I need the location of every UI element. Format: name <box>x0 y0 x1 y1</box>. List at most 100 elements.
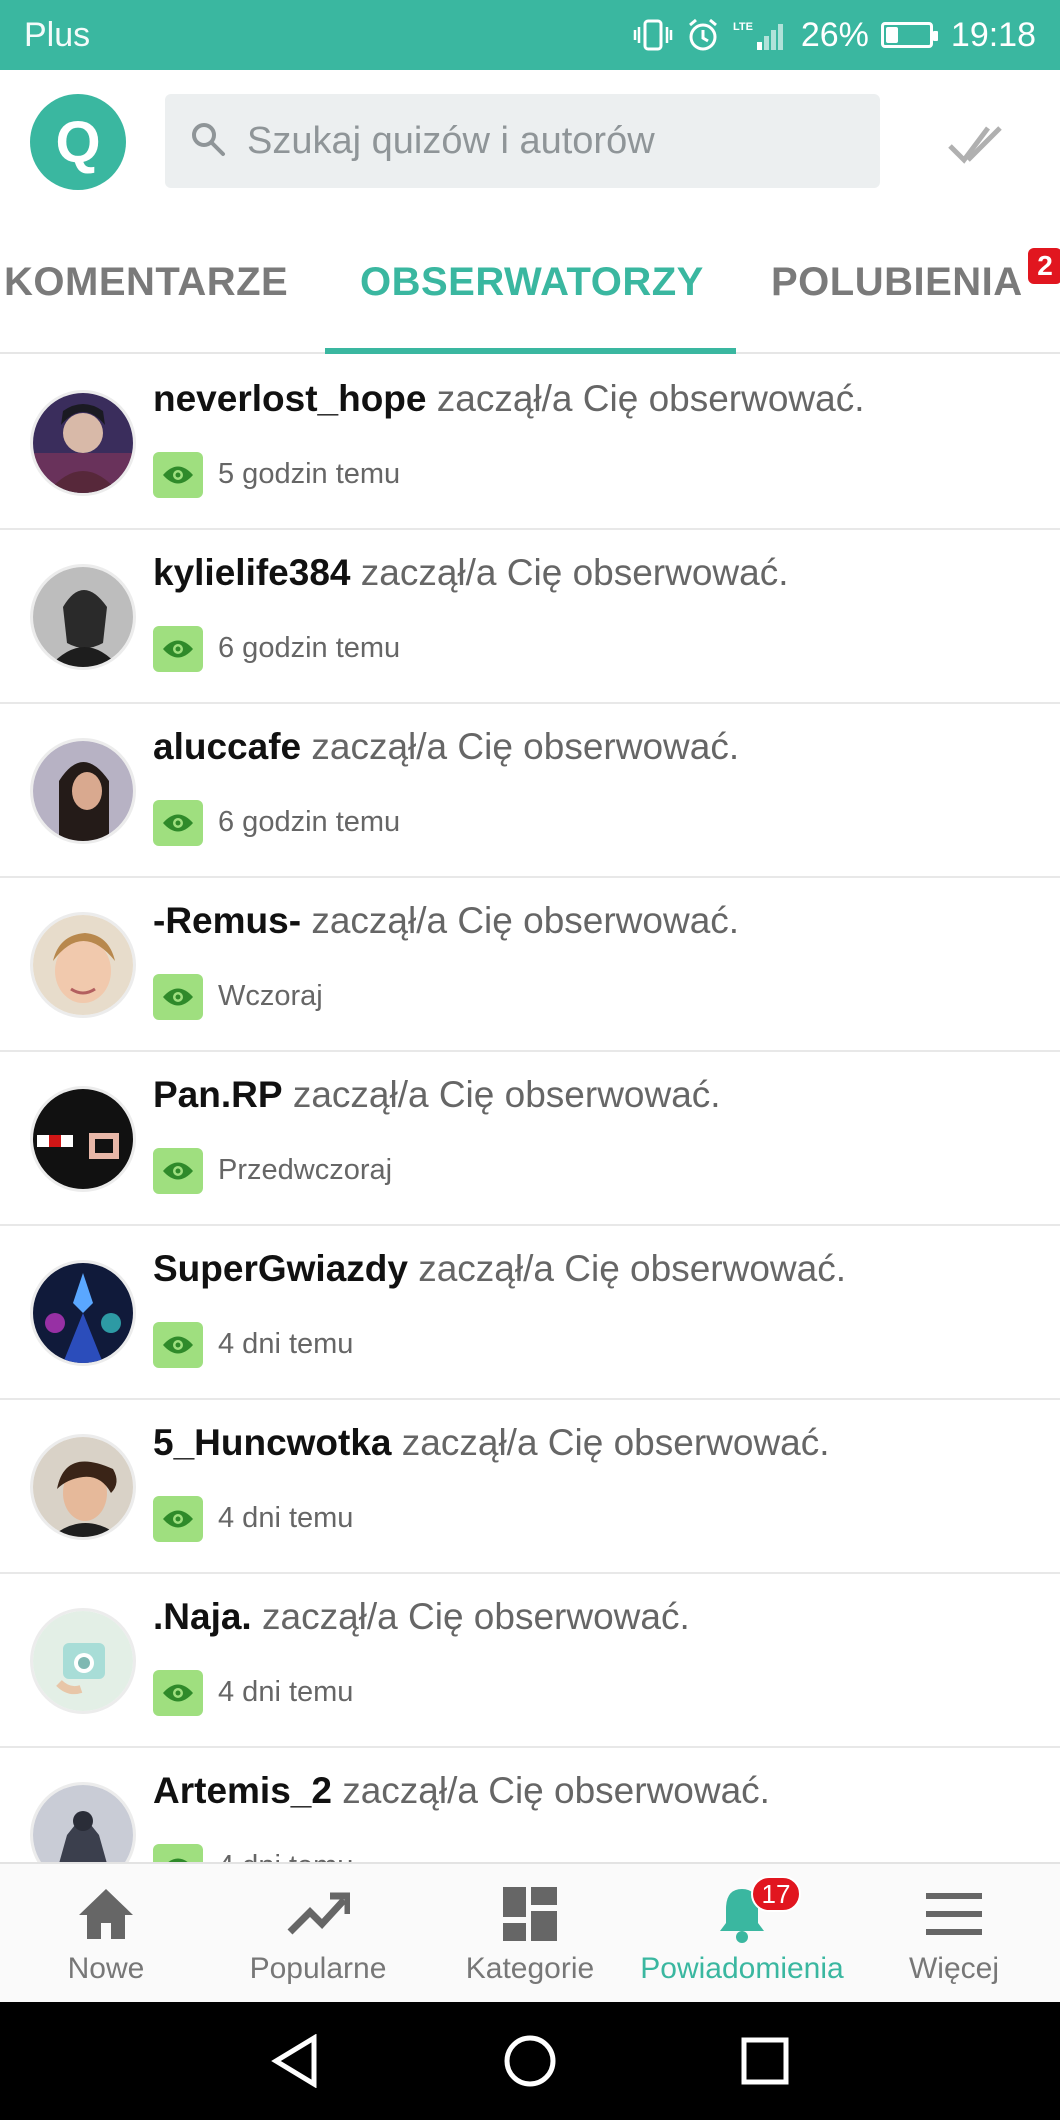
action-text: zaczął/a Cię obserwować. <box>311 726 740 767</box>
carrier-name: Plus <box>24 15 91 54</box>
alarm-icon <box>685 17 721 53</box>
clock: 19:18 <box>950 15 1036 54</box>
eye-icon <box>153 974 203 1020</box>
vibrate-icon <box>633 18 673 52</box>
svg-text:LTE: LTE <box>733 21 753 33</box>
action-text: zaczął/a Cię obserwować. <box>436 378 865 419</box>
timestamp: 4 dni temu <box>218 1502 354 1534</box>
avatar[interactable] <box>30 1086 136 1192</box>
username[interactable]: aluccafe <box>153 726 301 767</box>
eye-icon <box>153 1844 203 1862</box>
back-icon[interactable] <box>260 2026 330 2096</box>
notification-count-badge: 17 <box>751 1876 801 1912</box>
eye-icon <box>153 626 203 672</box>
notification-text: Artemis_2 zaczął/a Cię obserwować. <box>153 1770 770 1812</box>
battery-percent: 26% <box>800 15 869 54</box>
nav-powiadomienia[interactable]: 17 Powiadomienia <box>636 1864 848 2004</box>
nav-label: Nowe <box>67 1952 145 1985</box>
list-item[interactable]: Artemis_2 zaczął/a Cię obserwować. 4 dni… <box>0 1748 1060 1862</box>
notification-text: aluccafe zaczął/a Cię obserwować. <box>153 726 739 768</box>
action-text: zaczął/a Cię obserwować. <box>262 1596 690 1637</box>
tab-polubienia[interactable]: POLUBIENIA <box>771 260 1023 305</box>
eye-icon <box>153 1322 203 1368</box>
avatar[interactable] <box>30 1608 136 1714</box>
username[interactable]: Pan.RP <box>153 1074 283 1115</box>
eye-icon <box>153 800 203 846</box>
action-text: zaczął/a Cię obserwować. <box>418 1248 846 1289</box>
notification-text: .Naja. zaczął/a Cię obserwować. <box>153 1596 690 1638</box>
tab-bar: KOMENTARZE OBSERWATORZY POLUBIENIA 2 <box>0 240 1060 354</box>
timestamp: 4 dni temu <box>218 1850 353 1862</box>
list-item[interactable]: .Naja. zaczął/a Cię obserwować. 4 dni te… <box>0 1574 1060 1748</box>
tab-komentarze[interactable]: KOMENTARZE <box>4 260 288 305</box>
battery-icon <box>880 22 938 48</box>
action-text: zaczął/a Cię obserwować. <box>342 1770 770 1811</box>
home-circle-icon[interactable] <box>495 2026 565 2096</box>
nav-label: Więcej <box>908 1952 999 1985</box>
username[interactable]: kylielife384 <box>153 552 350 593</box>
username[interactable]: .Naja. <box>153 1596 252 1637</box>
status-bar: Plus LTE 26% 19:18 <box>0 0 1060 70</box>
list-item[interactable]: neverlost_hope zaczął/a Cię obserwować. … <box>0 356 1060 530</box>
app-header: Q <box>0 70 1060 210</box>
nav-label: Kategorie <box>465 1952 595 1985</box>
timestamp: Wczoraj <box>218 980 323 1012</box>
status-icons: LTE 26% 19:18 <box>633 16 1036 55</box>
notification-text: 5_Huncwotka zaczął/a Cię obserwować. <box>153 1422 830 1464</box>
eye-icon <box>153 1496 203 1542</box>
check-icon[interactable] <box>946 120 1006 168</box>
tab-obserwatorzy[interactable]: OBSERWATORZY <box>360 260 704 305</box>
list-item[interactable]: 5_Huncwotka zaczął/a Cię obserwować. 4 d… <box>0 1400 1060 1574</box>
avatar[interactable] <box>30 1434 136 1540</box>
list-item[interactable]: SuperGwiazdy zaczął/a Cię obserwować. 4 … <box>0 1226 1060 1400</box>
timestamp: 4 dni temu <box>218 1676 354 1708</box>
timestamp: 6 godzin temu <box>218 632 401 664</box>
notification-list[interactable]: neverlost_hope zaczął/a Cię obserwować. … <box>0 356 1060 1862</box>
recents-icon[interactable] <box>730 2026 800 2096</box>
timestamp: 6 godzin temu <box>218 806 401 838</box>
username[interactable]: SuperGwiazdy <box>153 1248 408 1289</box>
eye-icon <box>153 452 203 498</box>
action-text: zaczął/a Cię obserwować. <box>292 1074 721 1115</box>
search-icon <box>189 120 227 163</box>
list-item[interactable]: kylielife384 zaczął/a Cię obserwować. 6 … <box>0 530 1060 704</box>
list-item[interactable]: Pan.RP zaczął/a Cię obserwować. Przedwcz… <box>0 1052 1060 1226</box>
eye-icon <box>153 1148 203 1194</box>
app-logo[interactable]: Q <box>30 94 126 190</box>
search-input[interactable] <box>247 119 847 163</box>
username[interactable]: 5_Huncwotka <box>153 1422 392 1463</box>
polubienia-badge: 2 <box>1028 248 1060 284</box>
nav-kategorie[interactable]: Kategorie <box>424 1864 636 2004</box>
notification-text: SuperGwiazdy zaczął/a Cię obserwować. <box>153 1248 846 1290</box>
username[interactable]: Artemis_2 <box>153 1770 332 1811</box>
lte-signal-icon: LTE <box>733 18 789 52</box>
timestamp: Przedwczoraj <box>218 1154 393 1186</box>
timestamp: 5 godzin temu <box>218 458 401 490</box>
action-text: zaczął/a Cię obserwować. <box>360 552 789 593</box>
avatar[interactable] <box>30 738 136 844</box>
list-item[interactable]: -Remus- zaczął/a Cię obserwować. Wczoraj <box>0 878 1060 1052</box>
nav-label: Powiadomienia <box>640 1952 844 1985</box>
search-bar[interactable] <box>165 94 880 188</box>
nav-wiecej[interactable]: Więcej <box>848 1864 1060 2004</box>
bottom-nav: Nowe Popularne Kategorie 17 Powiadomieni… <box>0 1862 1060 2002</box>
avatar[interactable] <box>30 390 136 496</box>
home-icon <box>77 1884 135 1944</box>
notification-text: -Remus- zaczął/a Cię obserwować. <box>153 900 739 942</box>
active-tab-indicator <box>325 348 736 354</box>
action-text: zaczął/a Cię obserwować. <box>311 900 740 941</box>
avatar[interactable] <box>30 1782 136 1862</box>
username[interactable]: -Remus- <box>153 900 301 941</box>
timestamp: 4 dni temu <box>218 1328 354 1360</box>
avatar[interactable] <box>30 564 136 670</box>
eye-icon <box>153 1670 203 1716</box>
avatar[interactable] <box>30 912 136 1018</box>
avatar[interactable] <box>30 1260 136 1366</box>
grid-icon <box>503 1884 557 1944</box>
system-nav-bar <box>0 2002 1060 2120</box>
action-text: zaczął/a Cię obserwować. <box>401 1422 830 1463</box>
username[interactable]: neverlost_hope <box>153 378 426 419</box>
nav-popularne[interactable]: Popularne <box>212 1864 424 2004</box>
nav-nowe[interactable]: Nowe <box>0 1864 212 2004</box>
list-item[interactable]: aluccafe zaczął/a Cię obserwować. 6 godz… <box>0 704 1060 878</box>
